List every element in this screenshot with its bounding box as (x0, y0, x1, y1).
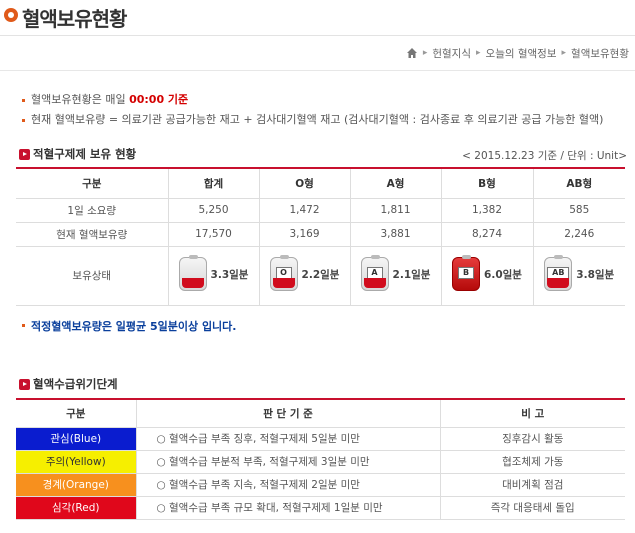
column-header: 비 고 (439, 399, 625, 428)
note-text: 혈액보유현황은 매일 (31, 93, 130, 106)
crisis-level-cell: 심각(Red) (16, 495, 137, 520)
table-cell: 2,246 (532, 221, 625, 247)
crisis-level-cell: 경계(Orange) (16, 472, 137, 497)
status-cell-b: B 6.0일분 (440, 245, 534, 306)
table-cell: 585 (532, 197, 625, 223)
column-header: AB형 (532, 168, 625, 199)
table-header-row: 구분 판 단 기 준 비 고 (16, 399, 625, 428)
criteria-cell: ○ 혈액수급 부족 징후, 적혈구제제 5일분 미만 (135, 426, 441, 451)
breadcrumb-separator-icon: ▸ (476, 48, 481, 58)
breadcrumb-item[interactable]: 오늘의 혈액정보 (486, 46, 557, 61)
blood-bag-icon: AB (544, 255, 573, 291)
row-label: 현재 혈액보유량 (16, 221, 169, 247)
crisis-stage-table: 구분 판 단 기 준 비 고 관심(Blue) ○ 혈액수급 부족 징후, 적혈… (16, 398, 625, 520)
column-header: 구분 (16, 168, 169, 199)
table-cell: 17,570 (167, 221, 260, 247)
title-bullet-icon (4, 8, 18, 22)
status-row: 보유상태 3.3일분 O 2.2일분 A 2.1일분 B 6.0일분 AB 3.… (16, 245, 625, 306)
home-icon[interactable] (406, 47, 418, 59)
crisis-level-cell: 관심(Blue) (16, 426, 137, 451)
note-highlight: 00:00 기준 (129, 93, 189, 106)
note-update-time: 혈액보유현황은 매일 00:00 기준 (22, 93, 632, 113)
criteria-cell: ○ 혈액수급 부족 지속, 적혈구제제 2일분 미만 (135, 472, 441, 497)
column-header: O형 (258, 168, 351, 199)
breadcrumb-separator-icon: ▸ (422, 48, 428, 58)
table-row: 현재 혈액보유량 17,570 3,169 3,881 8,274 2,246 (16, 221, 625, 247)
column-header: B형 (440, 168, 534, 199)
criteria-cell: ○ 혈액수급 부분적 부족, 적혈구제제 3일분 미만 (135, 449, 441, 474)
status-cell-o: O 2.2일분 (258, 245, 351, 306)
section-arrow-icon (19, 148, 30, 160)
note-cell: 대비계획 점검 (439, 472, 625, 497)
status-cell-ab: AB 3.8일분 (532, 245, 625, 306)
status-days: 2.1일분 (392, 268, 431, 281)
status-cell-total: 3.3일분 (167, 245, 260, 306)
table-cell: 8,274 (440, 221, 534, 247)
row-label: 1일 소요량 (16, 197, 169, 223)
table-header-row: 구분 합계 O형 A형 B형 AB형 (16, 168, 625, 199)
breadcrumb-divider (0, 70, 635, 71)
note-text: 현재 혈액보유량 = 의료기관 공급가능한 재고 + 검사대기혈액 재고 (검사… (31, 113, 604, 126)
status-days: 3.3일분 (210, 268, 249, 281)
breadcrumb: ▸ 헌혈지식 ▸ 오늘의 혈액정보 ▸ 혈액보유현황 (406, 45, 629, 61)
table-row: 심각(Red) ○ 혈액수급 부족 규모 확대, 적혈구제제 1일분 미만 즉각… (16, 495, 625, 520)
table-cell: 1,811 (349, 197, 442, 223)
section-arrow-icon (19, 378, 30, 390)
holdings-table: 구분 합계 O형 A형 B형 AB형 1일 소요량 5,250 1,472 1,… (16, 167, 625, 306)
section-header-holdings: 적혈구제제 보유 현황 (19, 146, 136, 162)
table-cell: 5,250 (167, 197, 260, 223)
breadcrumb-item[interactable]: 헌혈지식 (432, 46, 471, 61)
crisis-level-cell: 주의(Yellow) (16, 449, 137, 474)
title-bar: 혈액보유현황 (0, 0, 635, 36)
table-cell: 1,382 (440, 197, 534, 223)
blood-bag-icon: B (452, 255, 481, 291)
table-cell: 3,169 (258, 221, 351, 247)
blood-bag-icon: O (269, 255, 298, 291)
table-row: 주의(Yellow) ○ 혈액수급 부분적 부족, 적혈구제제 3일분 미만 협… (16, 449, 625, 474)
advisory-text: 적정혈액보유량은 일평균 5일분이상 입니다. (22, 318, 236, 334)
criteria-cell: ○ 혈액수급 부족 규모 확대, 적혈구제제 1일분 미만 (135, 495, 441, 520)
blood-bag-icon: A (360, 255, 389, 291)
table-row: 관심(Blue) ○ 혈액수급 부족 징후, 적혈구제제 5일분 미만 징후감시… (16, 426, 625, 451)
column-header: A형 (349, 168, 442, 199)
note-cell: 징후감시 활동 (439, 426, 625, 451)
status-days: 3.8일분 (576, 268, 615, 281)
column-header: 판 단 기 준 (135, 399, 441, 428)
column-header: 합계 (167, 168, 260, 199)
note-definition: 현재 혈액보유량 = 의료기관 공급가능한 재고 + 검사대기혈액 재고 (검사… (22, 113, 632, 133)
section-title: 혈액수급위기단계 (33, 377, 118, 391)
note-cell: 협조체제 가동 (439, 449, 625, 474)
breadcrumb-separator-icon: ▸ (561, 48, 567, 58)
section-title: 적혈구제제 보유 현황 (33, 147, 137, 161)
column-header: 구분 (16, 399, 137, 428)
page-title: 혈액보유현황 (22, 7, 127, 31)
table-row: 경계(Orange) ○ 혈액수급 부족 지속, 적혈구제제 2일분 미만 대비… (16, 472, 625, 497)
blood-bag-icon (178, 255, 207, 291)
breadcrumb-item-current[interactable]: 혈액보유현황 (571, 46, 629, 61)
table-cell: 3,881 (349, 221, 442, 247)
table-cell: 1,472 (258, 197, 351, 223)
status-cell-a: A 2.1일분 (349, 245, 442, 306)
row-label: 보유상태 (16, 245, 169, 306)
table-row: 1일 소요량 5,250 1,472 1,811 1,382 585 (16, 197, 625, 223)
section-header-crisis: 혈액수급위기단계 (19, 376, 118, 392)
status-days: 6.0일분 (484, 268, 522, 281)
status-days: 2.2일분 (301, 268, 340, 281)
date-unit-note: < 2015.12.23 기준 / 단위 : Unit> (462, 150, 627, 162)
info-notes: 혈액보유현황은 매일 00:00 기준 현재 혈액보유량 = 의료기관 공급가능… (22, 93, 632, 133)
note-cell: 즉각 대응태세 돌입 (439, 495, 625, 520)
